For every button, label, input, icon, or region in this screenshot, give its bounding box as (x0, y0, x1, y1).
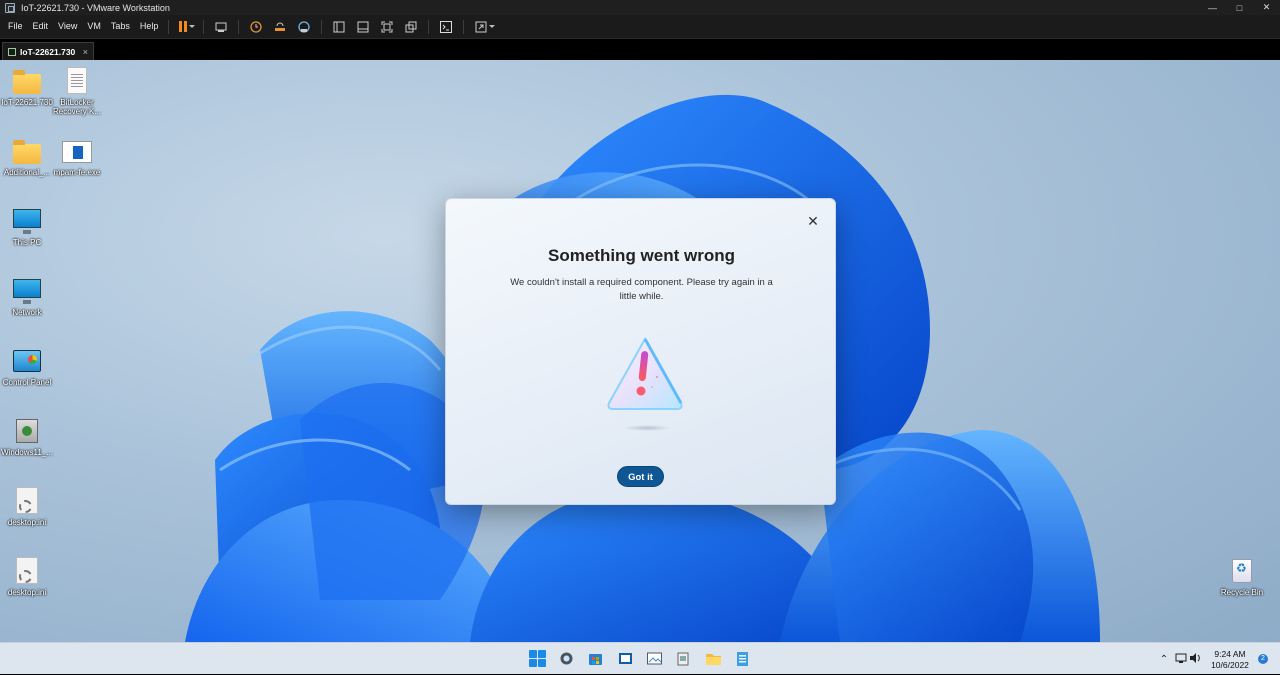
desktop-icon-additional-folder[interactable]: Additional_... (0, 136, 54, 177)
taskbar-clock[interactable]: 9:24 AM 10/6/2022 (1208, 649, 1252, 671)
full-screen-icon[interactable] (377, 17, 397, 37)
stretch-guest-icon[interactable] (471, 17, 497, 37)
desktop-icon-label: Additional_... (3, 168, 51, 177)
menu-toolbar: File Edit View VM Tabs Help (0, 15, 1280, 38)
notepad-icon[interactable] (734, 650, 751, 667)
dialog-message: We couldn't install a required component… (510, 277, 773, 302)
microsoft-store-icon[interactable] (587, 650, 604, 667)
menu-view[interactable]: View (53, 15, 82, 38)
photos-icon[interactable] (646, 650, 663, 667)
network-icon (12, 276, 42, 306)
toolbar-separator (168, 19, 170, 34)
desktop-icon-desktop-ini[interactable]: desktop.ini (0, 486, 54, 527)
desktop-icon-label: This PC (12, 238, 42, 247)
document-icon (62, 66, 92, 96)
desktop-icon-bitlocker[interactable]: BitLocker Recovery K... (50, 66, 104, 116)
desktop-icon-this-pc[interactable]: This PC (0, 206, 54, 247)
recycle-bin-icon (1227, 556, 1257, 586)
taskbar: ⌃ 9:24 AM 10/6/2022 2 (0, 642, 1280, 674)
app-window-icon[interactable] (617, 650, 634, 667)
snapshot-manager-icon[interactable] (294, 17, 314, 37)
vmware-title-bar: IoT-22621.730 - VMware Workstation — □ ✕ (0, 0, 1280, 15)
start-icon[interactable] (529, 650, 546, 667)
show-thumbnail-bar-icon[interactable] (353, 17, 373, 37)
desktop-icon-desktop-ini[interactable]: desktop.ini (0, 556, 54, 597)
menu-edit[interactable]: Edit (28, 15, 54, 38)
desktop-icon-label: Windows11_... (1, 448, 53, 457)
desktop-icon-control-panel[interactable]: Control Panel (0, 346, 54, 387)
toolbar-separator (238, 19, 240, 34)
notification-badge[interactable]: 2 (1258, 654, 1268, 664)
desktop-icon-label: BitLocker Recovery K... (52, 98, 101, 116)
show-library-icon[interactable] (329, 17, 349, 37)
menu-file[interactable]: File (3, 15, 28, 38)
error-dialog: ✕ Something went wrong We couldn't insta… (445, 198, 836, 505)
show-hidden-icons-chevron-icon[interactable]: ⌃ (1157, 654, 1171, 665)
clock-time: 9:24 AM (1214, 649, 1246, 659)
maximize-button[interactable]: □ (1226, 0, 1253, 15)
ini-file-icon (12, 486, 42, 516)
pause-vm-button[interactable] (176, 17, 196, 37)
monitor-icon (12, 206, 42, 236)
toolbar-separator (321, 19, 323, 34)
unity-mode-icon[interactable] (401, 17, 421, 37)
desktop-icon-label: IoT-22621.730 (1, 98, 53, 107)
ini-file-icon (12, 556, 42, 586)
minimize-button[interactable]: — (1199, 0, 1226, 15)
toolbar-separator (428, 19, 430, 34)
desktop-icon-recycle-bin[interactable]: Recycle Bin (1215, 556, 1269, 597)
installer-icon (62, 136, 92, 166)
desktop-icon-label: Control Panel (2, 378, 52, 387)
desktop-icon-label: Recycle Bin (1220, 588, 1264, 597)
menu-vm[interactable]: VM (82, 15, 106, 38)
vm-tab-close-icon[interactable]: × (83, 47, 88, 57)
desktop-icon-mpam[interactable]: mpam-fe.exe (50, 136, 104, 177)
vm-tab-icon (8, 48, 16, 56)
warning-icon (607, 336, 683, 431)
window-title: IoT-22621.730 - VMware Workstation (21, 2, 170, 13)
control-panel-icon (12, 346, 42, 376)
guest-desktop[interactable]: IoT-22621.730 BitLocker Recovery K... Ad… (0, 60, 1280, 642)
dialog-close-icon[interactable]: ✕ (805, 213, 821, 229)
desktop-icon-label: desktop.ini (7, 518, 47, 527)
system-tray: ⌃ (1157, 643, 1203, 675)
console-view-icon[interactable] (436, 17, 456, 37)
settings-icon[interactable] (558, 650, 575, 667)
folder-icon[interactable] (705, 650, 722, 667)
desktop-icon-iot-folder[interactable]: IoT-22621.730 (0, 66, 54, 107)
vm-tab-strip: IoT-22621.730 × (0, 38, 1280, 61)
vm-tab-label: IoT-22621.730 (20, 47, 76, 57)
vmware-app-icon (5, 2, 15, 13)
folder-icon (12, 66, 42, 96)
send-ctrl-alt-del-icon[interactable] (211, 17, 231, 37)
network-status-icon[interactable] (1175, 652, 1189, 667)
desktop-icon-label: Network (12, 308, 42, 317)
desktop-icon-windows11[interactable]: Windows11_... (0, 416, 54, 457)
vm-tab[interactable]: IoT-22621.730 × (2, 42, 94, 61)
volume-icon[interactable] (1189, 652, 1203, 667)
revert-snapshot-icon[interactable] (270, 17, 290, 37)
close-window-button[interactable]: ✕ (1253, 0, 1280, 15)
snapshot-icon[interactable] (246, 17, 266, 37)
file-explorer-icon[interactable] (675, 650, 692, 667)
menu-tabs[interactable]: Tabs (106, 15, 135, 38)
menu-help[interactable]: Help (135, 15, 164, 38)
desktop-icon-label: desktop.ini (7, 588, 47, 597)
dialog-title: Something went wrong (548, 246, 735, 265)
setup-icon (12, 416, 42, 446)
got-it-button[interactable]: Got it (617, 466, 664, 487)
clock-date: 10/6/2022 (1211, 660, 1249, 670)
toolbar-separator (463, 19, 465, 34)
desktop-icon-network[interactable]: Network (0, 276, 54, 317)
desktop-icon-label: mpam-fe.exe (53, 168, 101, 177)
toolbar-separator (203, 19, 205, 34)
folder-icon (12, 136, 42, 166)
